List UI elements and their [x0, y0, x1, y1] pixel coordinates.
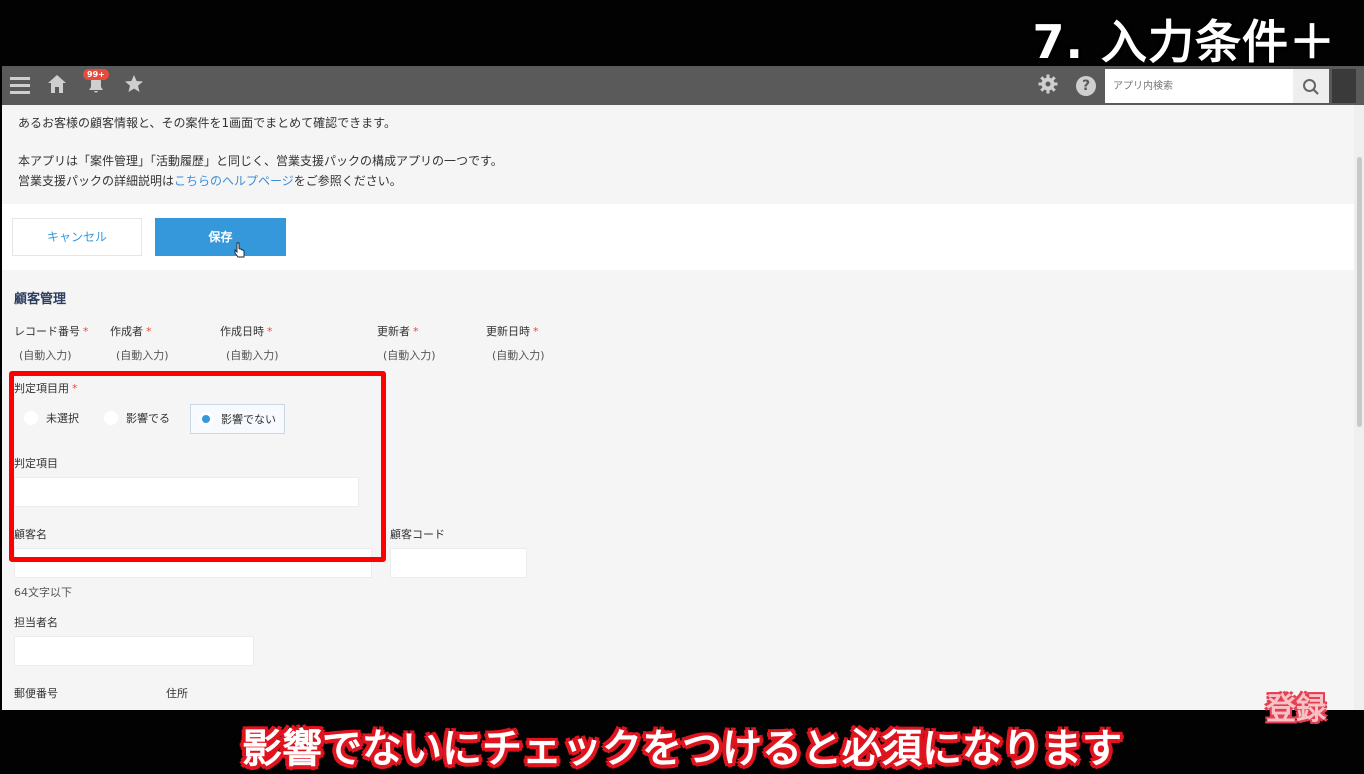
description-text: 営業支援パックの詳細説明は	[18, 174, 175, 188]
updater-value: (自動入力)	[383, 349, 436, 362]
app-search-input[interactable]	[1105, 69, 1293, 103]
app-screen: 99+ ? あるお客様の顧	[2, 66, 1364, 710]
save-button[interactable]: 保存	[155, 218, 286, 256]
subscribe-badge[interactable]: 登録	[1266, 684, 1326, 728]
cancel-button[interactable]: キャンセル	[12, 218, 142, 256]
app-description: あるお客様の顧客情報と、その案件を1画面でまとめて確認できます。 本アプリは「案…	[18, 113, 503, 191]
header-right-panel	[1332, 69, 1356, 103]
app-header: 99+ ?	[2, 66, 1364, 105]
postal-label: 郵便番号	[14, 687, 58, 700]
created-at-value: (自動入力)	[226, 349, 279, 362]
menu-icon[interactable]	[8, 73, 32, 99]
record-number-value: (自動入力)	[19, 349, 72, 362]
person-label: 担当者名	[14, 616, 58, 629]
updated-at-label: 更新日時 *	[486, 325, 539, 338]
updated-at-value: (自動入力)	[492, 349, 545, 362]
help-icon[interactable]: ?	[1076, 76, 1096, 96]
cursor-icon	[234, 242, 245, 258]
scrollbar-thumb[interactable]	[1357, 157, 1362, 427]
action-bar: キャンセル 保存	[2, 204, 1354, 270]
customer-name-hint: 64文字以下	[14, 586, 72, 599]
gear-icon[interactable]	[1036, 73, 1060, 99]
created-at-label: 作成日時 *	[220, 325, 273, 338]
record-number-label: レコード番号 *	[14, 325, 89, 338]
updater-label: 更新者 *	[377, 325, 419, 338]
notification-badge: 99+	[83, 69, 109, 80]
description-line: あるお客様の顧客情報と、その案件を1画面でまとめて確認できます。	[18, 116, 396, 130]
creator-label: 作成者 *	[110, 325, 152, 338]
star-icon[interactable]	[122, 73, 146, 99]
description-text: をご参照ください。	[293, 174, 402, 188]
description-line: 営業支援パックの詳細説明はこちらのヘルプページをご参照ください。	[18, 171, 503, 191]
video-caption: 影響でないにチェックをつけると必須になります	[242, 726, 1122, 772]
highlight-box	[9, 371, 386, 562]
address-label: 住所	[166, 687, 188, 700]
creator-value: (自動入力)	[116, 349, 169, 362]
section-title: 顧客管理	[14, 292, 67, 307]
customer-code-label: 顧客コード	[390, 528, 445, 541]
video-headline: 7. 入力条件＋	[1032, 15, 1336, 69]
description-line: 本アプリは「案件管理」「活動履歴」と同じく、営業支援パックの構成アプリの一つです…	[18, 154, 503, 168]
customer-code-field[interactable]	[390, 548, 527, 578]
home-icon[interactable]	[45, 73, 69, 99]
person-field[interactable]	[14, 636, 254, 666]
help-page-link[interactable]: こちらのヘルプページ	[174, 174, 294, 188]
search-button[interactable]	[1293, 69, 1329, 103]
scrollbar[interactable]	[1354, 105, 1364, 710]
search-icon	[1303, 78, 1319, 95]
app-search-box	[1105, 69, 1293, 103]
